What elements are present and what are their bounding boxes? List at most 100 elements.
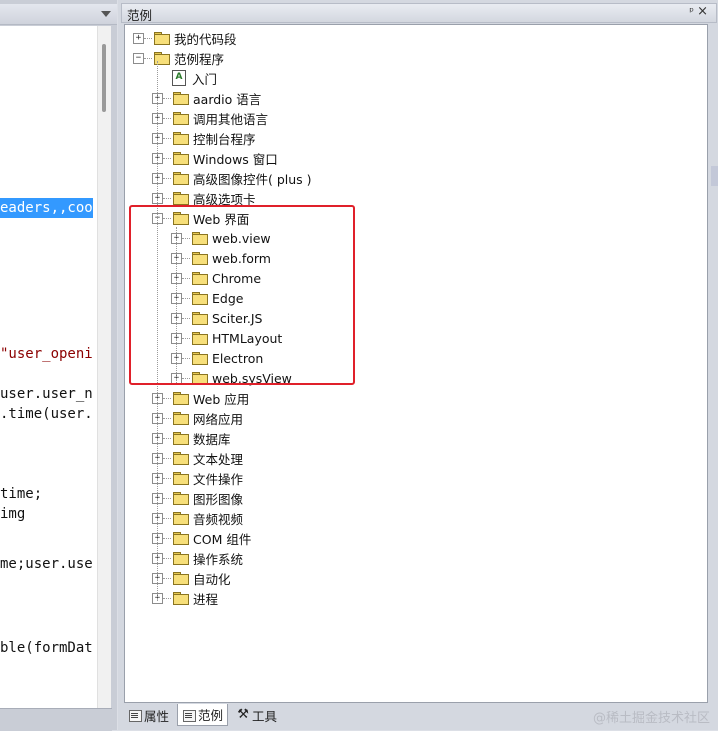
tab-label: 工具: [252, 708, 278, 724]
code-line[interactable]: user.user_n: [0, 384, 93, 404]
tree-node-label: Web 应用: [193, 391, 250, 407]
folder-icon: [153, 31, 170, 45]
tree-node[interactable]: + 文本处理: [152, 448, 243, 468]
samples-icon: [182, 708, 197, 722]
tree-node-label: 自动化: [193, 571, 231, 587]
tree-node-label: aardio 语言: [193, 91, 262, 107]
tree-node-label: 调用其他语言: [193, 111, 269, 127]
tree-connector: [144, 37, 152, 39]
tree-node[interactable]: + COM 组件: [152, 528, 251, 548]
code-editor-pane: eaders,,coo "user_openi user.user_n .time(u…: [0, 0, 117, 731]
folder-icon: [172, 451, 189, 465]
tree-connector: [163, 457, 171, 459]
code-line[interactable]: eaders,,coo: [0, 198, 93, 218]
tree-node[interactable]: + Windows 窗口: [152, 148, 278, 168]
dropdown-arrow-icon[interactable]: [101, 11, 111, 17]
tree-connector: [163, 197, 171, 199]
watermark: @稀土掘金技术社区: [592, 711, 710, 726]
tree-node-label: 我的代码段: [174, 31, 237, 47]
folder-icon: [172, 511, 189, 525]
tree-node[interactable]: + 数据库: [152, 428, 231, 448]
code-line[interactable]: .time(user.: [0, 404, 93, 424]
editor-vertical-scrollbar[interactable]: [97, 26, 111, 708]
tree-node-label: 数据库: [193, 431, 231, 447]
folder-icon: [172, 411, 189, 425]
tree-node-label: 进程: [193, 591, 219, 607]
tree-connector: [163, 477, 171, 479]
folder-icon: [172, 391, 189, 405]
tab-tools[interactable]: ⚒ 工具: [232, 704, 281, 726]
folder-icon: [172, 91, 189, 105]
code-line[interactable]: me;user.use: [0, 554, 93, 574]
tree-node-label: 音频视频: [193, 511, 244, 527]
code-line[interactable]: "user_openi: [0, 344, 93, 364]
tree-node[interactable]: + 自动化: [152, 568, 231, 588]
tree-connector: [163, 137, 171, 139]
document-icon: A: [172, 70, 186, 86]
close-icon[interactable]: ×: [697, 4, 708, 19]
tree-node-label: 网络应用: [193, 411, 244, 427]
tree-connector: [163, 537, 171, 539]
folder-icon: [172, 171, 189, 185]
tree-node[interactable]: + 音频视频: [152, 508, 243, 528]
tree-connector: [163, 397, 171, 399]
tree-node-label: 文本处理: [193, 451, 244, 467]
tree-node[interactable]: + 操作系统: [152, 548, 243, 568]
tree-node-label: 高级图像控件( plus ): [193, 171, 312, 187]
tree-connector: [163, 417, 171, 419]
tools-icon: ⚒: [237, 707, 249, 722]
tab-properties[interactable]: 属性: [124, 704, 173, 726]
tree-node-label: Windows 窗口: [193, 151, 278, 167]
tree-node-label: 入门: [192, 71, 218, 87]
code-line[interactable]: ble(formDat: [0, 638, 93, 658]
editor-header: [0, 4, 117, 25]
folder-icon: [172, 571, 189, 585]
folder-icon: [172, 531, 189, 545]
window-edge-strip: [711, 166, 718, 186]
expand-icon[interactable]: +: [133, 32, 144, 44]
panel-title: 范例: [127, 8, 153, 23]
folder-icon: [172, 111, 189, 125]
tree-connector: [163, 437, 171, 439]
tab-label: 范例: [198, 708, 224, 723]
samples-panel: 范例 ᵖ × + 我的代码段 − 范例程序 A 入门 + aardio 语言 + 调用其他语言 + 控…: [118, 0, 718, 730]
panel-title-bar: 范例 ᵖ ×: [121, 3, 717, 23]
folder-icon: [172, 151, 189, 165]
tree-connector: [163, 97, 171, 99]
tree-node[interactable]: − 范例程序: [133, 48, 224, 68]
tree-node-label: 操作系统: [193, 551, 244, 567]
tree-node-label: 文件操作: [193, 471, 244, 487]
tree-node[interactable]: + 图形图像: [152, 488, 243, 508]
tree-connector: [163, 597, 171, 599]
tab-label: 属性: [144, 708, 170, 724]
tree-node-label: 控制台程序: [193, 131, 256, 147]
collapse-icon[interactable]: −: [133, 52, 144, 64]
folder-icon: [172, 191, 189, 205]
tree-node[interactable]: + 网络应用: [152, 408, 243, 428]
folder-icon: [172, 491, 189, 505]
tree-node[interactable]: + aardio 语言: [152, 88, 261, 108]
tree-node[interactable]: + 我的代码段: [133, 28, 237, 48]
panel-tabs: 属性 范例 ⚒ 工具: [124, 704, 285, 726]
tree-connector: [163, 497, 171, 499]
folder-icon: [172, 431, 189, 445]
tree-node-label: 范例程序: [174, 51, 225, 67]
code-line[interactable]: img: [0, 504, 25, 524]
tree-node-label: 图形图像: [193, 491, 244, 507]
tree-node[interactable]: + 控制台程序: [152, 128, 256, 148]
tree-node[interactable]: + 高级图像控件( plus ): [152, 168, 312, 188]
folder-icon: [153, 51, 170, 65]
folder-icon: [172, 131, 189, 145]
code-line[interactable]: time;: [0, 484, 42, 504]
code-area[interactable]: eaders,,coo "user_openi user.user_n .time(u…: [0, 26, 97, 708]
tree-connector: [163, 557, 171, 559]
tree-node[interactable]: + 进程: [152, 588, 218, 608]
tab-samples[interactable]: 范例: [177, 704, 229, 726]
tree-node[interactable]: A 入门: [152, 68, 217, 88]
tree-node[interactable]: + Web 应用: [152, 388, 249, 408]
pin-icon[interactable]: ᵖ: [689, 5, 694, 18]
folder-icon: [172, 551, 189, 565]
scrollbar-thumb[interactable]: [102, 44, 106, 112]
tree-node[interactable]: + 调用其他语言: [152, 108, 268, 128]
tree-node[interactable]: + 文件操作: [152, 468, 243, 488]
